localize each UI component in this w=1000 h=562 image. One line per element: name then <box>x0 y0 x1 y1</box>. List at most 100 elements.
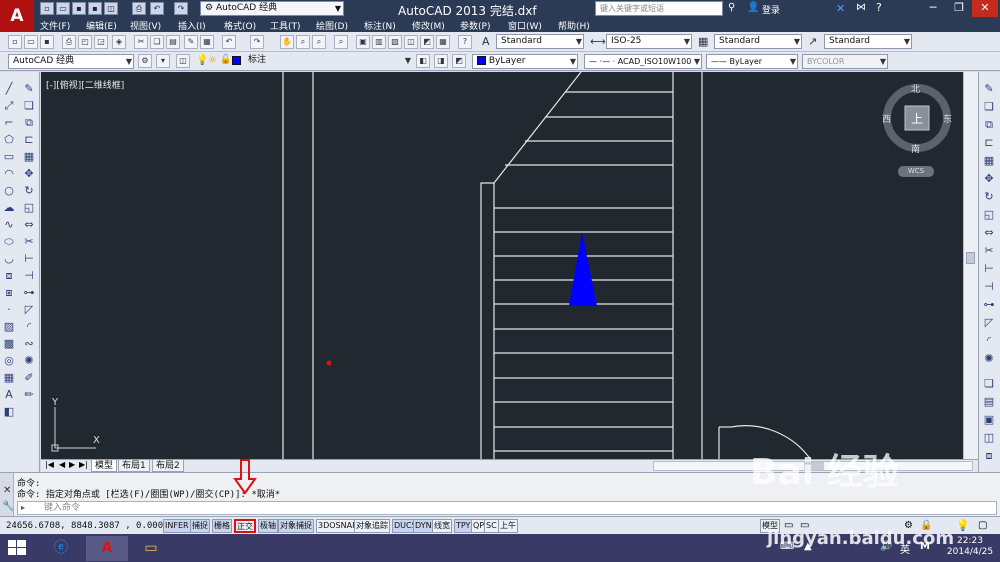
erase-icon[interactable]: ✎ <box>982 82 996 96</box>
lineweight-button[interactable]: 线宽 <box>432 519 452 533</box>
exchange-icon[interactable]: ✕ <box>836 2 845 15</box>
match-properties-icon[interactable]: ✎ <box>184 35 198 49</box>
new-icon[interactable]: ▫ <box>40 2 54 15</box>
compass-north[interactable]: 北 <box>911 82 920 95</box>
command-input[interactable]: 键入命令 <box>17 501 997 515</box>
plotstyle-select[interactable]: BYCOLOR ▼ <box>802 54 888 69</box>
tab-nav-last-icon[interactable]: ▶| <box>79 460 88 469</box>
menu-dimension[interactable]: 标注(N) <box>364 19 396 32</box>
autocad-taskbar-icon[interactable]: A <box>86 536 128 561</box>
copy-icon[interactable]: ❏ <box>150 35 164 49</box>
compass-east[interactable]: 东 <box>943 112 952 125</box>
paste-icon[interactable]: ▤ <box>166 35 180 49</box>
menu-window[interactable]: 窗口(W) <box>508 19 542 32</box>
tab-model[interactable]: 模型 <box>91 460 118 472</box>
workspace-selector[interactable]: ⚙ AutoCAD 经典 ▼ <box>200 1 344 16</box>
layer-icon[interactable]: ◫ <box>982 431 996 445</box>
communication-icon[interactable]: ⋈ <box>856 2 866 13</box>
print-icon[interactable]: ⎙ <box>132 2 146 15</box>
save-icon[interactable]: ▪ <box>40 35 54 49</box>
copy-icon[interactable]: ❏ <box>982 100 996 114</box>
explode-icon[interactable]: ✺ <box>22 354 36 368</box>
array-icon[interactable]: ▦ <box>982 154 996 168</box>
layer-manager-icon[interactable]: ◫ <box>176 54 190 68</box>
ellipse-arc-icon[interactable]: ◡ <box>2 252 16 266</box>
customize-icon[interactable]: ▾ <box>156 54 170 68</box>
zoom-realtime-icon[interactable]: ⌕ <box>296 35 310 49</box>
gear-icon[interactable]: ⚙ <box>138 54 152 68</box>
layer-select[interactable]: 标注 ▼ <box>244 54 412 69</box>
infer-button[interactable]: INFER <box>163 519 191 533</box>
am-button[interactable]: 上午 <box>498 519 518 533</box>
spline-icon[interactable]: ∿ <box>2 218 16 232</box>
preview-icon[interactable]: ◰ <box>78 35 92 49</box>
move-icon[interactable]: ✥ <box>22 167 36 181</box>
array-icon[interactable]: ▦ <box>22 150 36 164</box>
snap-button[interactable]: 捕捉 <box>190 519 210 533</box>
offset-icon[interactable]: ⊏ <box>982 136 996 150</box>
trim-icon[interactable]: ✂ <box>982 244 996 258</box>
region-icon[interactable]: ◎ <box>2 354 16 368</box>
polygon-icon[interactable]: ⬠ <box>2 133 16 147</box>
rotate-icon[interactable]: ↻ <box>982 190 996 204</box>
menu-format[interactable]: 格式(O) <box>224 19 256 32</box>
construction-line-icon[interactable]: ⤢ <box>2 99 16 113</box>
menu-help[interactable]: 帮助(H) <box>558 19 590 32</box>
pan-icon[interactable]: ✋ <box>280 35 294 49</box>
lightbulb-icon[interactable]: 💡 <box>956 519 970 532</box>
block-editor-icon[interactable]: ▦ <box>200 35 214 49</box>
pencil-icon[interactable]: ✏ <box>22 388 36 402</box>
scroll-thumb[interactable] <box>804 462 824 470</box>
folder-icon[interactable]: ▭ <box>130 536 172 561</box>
redo-icon[interactable]: ↷ <box>250 35 264 49</box>
add-selected-icon[interactable]: ◧ <box>2 405 16 419</box>
copy-icon[interactable]: ❏ <box>982 377 996 391</box>
edit-icon[interactable]: ✐ <box>22 371 36 385</box>
dim-style-select[interactable]: ISO-25 ▼ <box>606 34 692 49</box>
cut-icon[interactable]: ✂ <box>134 35 148 49</box>
open-icon[interactable]: ▭ <box>24 35 38 49</box>
clean-screen-icon[interactable]: ▢ <box>978 520 987 531</box>
revcloud-icon[interactable]: ☁ <box>2 201 16 215</box>
menu-tools[interactable]: 工具(T) <box>270 19 301 32</box>
user-icon[interactable]: 👤 <box>747 2 759 13</box>
design-center-icon[interactable]: ▥ <box>372 35 386 49</box>
rectangle-icon[interactable]: ▭ <box>2 150 16 164</box>
scale-icon[interactable]: ◱ <box>22 201 36 215</box>
new-icon[interactable]: ▫ <box>8 35 22 49</box>
tab-nav-prev-icon[interactable]: ◀ <box>59 460 65 469</box>
close-icon[interactable]: ✕ <box>3 485 11 496</box>
chamfer-icon[interactable]: ◸ <box>22 303 36 317</box>
compass-west[interactable]: 西 <box>882 112 891 125</box>
text-style-select[interactable]: Standard ▼ <box>496 34 584 49</box>
command-window-handle[interactable]: ✕ 🔧 <box>0 473 14 517</box>
redo-icon[interactable]: ↷ <box>174 2 188 15</box>
scale-icon[interactable]: ◱ <box>982 208 996 222</box>
osnap-button[interactable]: 对象捕捉 <box>278 519 314 533</box>
tool-palettes-icon[interactable]: ▧ <box>388 35 402 49</box>
gradient-icon[interactable]: ▩ <box>2 337 16 351</box>
sun-icon[interactable]: ☼ <box>208 55 217 66</box>
join-icon[interactable]: ⊶ <box>982 298 996 312</box>
blend-icon[interactable]: ∾ <box>22 337 36 351</box>
compass-south[interactable]: 南 <box>911 142 920 155</box>
tab-nav-next-icon[interactable]: ▶ <box>69 460 75 469</box>
tab-layout1[interactable]: 布局1 <box>118 460 150 472</box>
wrench-icon[interactable]: 🔧 <box>2 501 14 512</box>
join-icon[interactable]: ⊶ <box>22 286 36 300</box>
make-block-icon[interactable]: ⧆ <box>2 286 16 300</box>
sc-button[interactable]: SC <box>484 519 499 533</box>
menu-insert[interactable]: 插入(I) <box>178 19 206 32</box>
extend-icon[interactable]: ⊢ <box>22 252 36 266</box>
search-input[interactable]: 键入关键字或短语 <box>595 1 723 16</box>
viewport-label[interactable]: [-][俯视][二维线框] <box>46 78 124 91</box>
vertical-scrollbar[interactable] <box>963 72 978 460</box>
save-icon[interactable]: ▪ <box>72 2 86 15</box>
undo-icon[interactable]: ↶ <box>222 35 236 49</box>
chamfer-icon[interactable]: ◸ <box>982 316 996 330</box>
trim-icon[interactable]: ✂ <box>22 235 36 249</box>
insert-block-icon[interactable]: ⧈ <box>2 269 16 283</box>
lock-icon[interactable]: 🔓 <box>220 55 231 65</box>
3d-dwf-icon[interactable]: ◈ <box>112 35 126 49</box>
menu-view[interactable]: 视图(V) <box>130 19 161 32</box>
